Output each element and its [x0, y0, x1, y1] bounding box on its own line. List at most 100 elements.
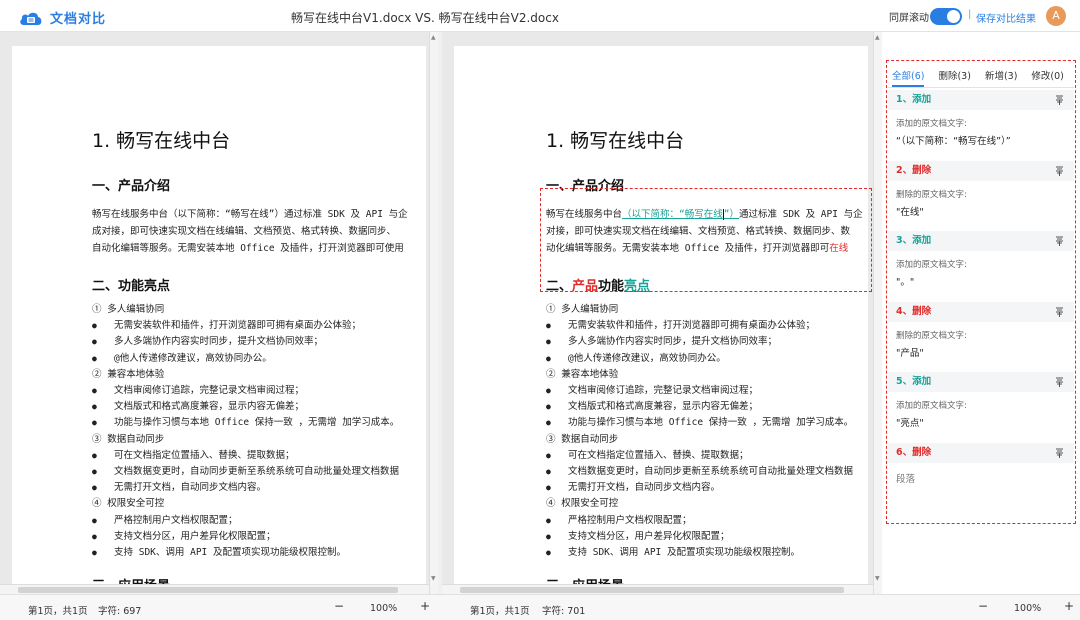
change-label: 删除的原文档文字: — [896, 330, 967, 341]
diff-highlight-box — [540, 188, 872, 292]
locate-icon[interactable] — [1055, 307, 1064, 317]
horizontal-scroll-thumb[interactable] — [18, 587, 398, 593]
feature-section: ① 多人编辑协同 — [92, 304, 165, 315]
left-page-indicator: 第1页，共1页 — [28, 606, 88, 617]
toggle-knob — [947, 10, 960, 23]
feature-bullet: @他人传递修改建议，高效协同办公。 — [546, 351, 882, 367]
feature-list: ① 多人编辑协同无需安装软件和插件，打开浏览器即可拥有桌面办公体验；多人多端协作… — [92, 302, 432, 561]
feature-section: ④ 权限安全可控 — [92, 498, 165, 510]
horizontal-scrollbar[interactable] — [442, 584, 873, 594]
vertical-scrollbar[interactable]: ▲ ▼ — [873, 32, 882, 594]
scroll-down-icon[interactable]: ▼ — [875, 575, 880, 582]
change-item[interactable]: 1、添加添加的原文档文字: “（以下简称：“畅写在线”）” — [888, 90, 1074, 160]
user-avatar[interactable]: A — [1046, 6, 1066, 26]
feature-bullet: 多人多端协作内容实时同步，提升文档协同效率； — [92, 334, 432, 350]
feature-bullet: @他人传递修改建议，高效协同办公。 — [92, 351, 432, 367]
change-title: 5、添加 — [888, 372, 1074, 392]
sync-scroll-toggle[interactable] — [930, 8, 962, 25]
change-text: 段落 — [896, 473, 916, 485]
feature-bullet: 无需打开文档，自动同步文档内容。 — [546, 480, 882, 496]
feature-bullet: 可在文档指定位置插入、替换、提取数据； — [546, 448, 882, 464]
left-document: 1. 畅写在线中台 一、产品介绍 畅写在线服务中台（以下简称：“畅写在线”）通过… — [92, 126, 432, 594]
change-title: 3、添加 — [888, 231, 1074, 251]
intro-heading: 一、产品介绍 — [92, 179, 171, 194]
vertical-scrollbar[interactable]: ▲ ▼ — [429, 32, 438, 594]
change-text: "在线" — [896, 206, 924, 218]
change-title-text: 5、添加 — [896, 376, 932, 387]
change-text: “（以下简称：“畅写在线”）” — [896, 136, 1011, 147]
change-title: 4、删除 — [888, 301, 1074, 322]
feature-section: ③ 数据自动同步 — [546, 433, 619, 445]
locate-icon[interactable] — [1055, 95, 1064, 105]
diff-tabs: 全部(6) 删除(3) 新增(3) 修改(0) — [892, 68, 1078, 87]
feature-bullet: 严格控制用户文档权限配置； — [92, 513, 432, 529]
feature-section: ③ 数据自动同步 — [92, 433, 165, 445]
change-label: 添加的原文档文字: — [896, 119, 967, 129]
locate-icon[interactable] — [1055, 166, 1064, 176]
tab-all[interactable]: 全部(6) — [892, 68, 925, 87]
right-page-indicator: 第1页，共1页 — [470, 606, 530, 617]
change-item[interactable]: 4、删除删除的原文档文字: "产品" — [888, 301, 1074, 372]
change-title-text: 2、删除 — [896, 164, 932, 176]
left-char-count: 字符: 697 — [98, 606, 142, 617]
status-bar: 第1页，共1页 字符: 697 − 100% + 第1页，共1页 字符: 701… — [0, 594, 1080, 620]
change-item[interactable]: 5、添加添加的原文档文字: "亮点" — [888, 372, 1074, 442]
header-separator: | — [968, 9, 972, 20]
change-title-text: 1、添加 — [896, 94, 932, 105]
feature-bullet: 文档数据变更时，自动同步更新至系统系统可自动批量处理文档数据 — [92, 464, 432, 480]
locate-icon[interactable] — [1055, 377, 1064, 387]
intro-paragraph: 畅写在线服务中台（以下简称：“畅写在线”）通过标准 SDK 及 API 与企 成… — [92, 206, 432, 257]
feature-section: ④ 权限安全可控 — [546, 498, 619, 510]
feature-bullet: 支持 SDK、调用 API 及配置项实现功能级权限控制。 — [546, 545, 882, 561]
doc-title-heading: 1. 畅写在线中台 — [92, 130, 231, 152]
left-zoom-in-icon[interactable]: + — [420, 599, 430, 613]
tab-modified[interactable]: 修改(0) — [1031, 68, 1063, 87]
locate-icon[interactable] — [1055, 236, 1064, 246]
feature-bullet: 文档版式和格式高度兼容，显示内容无偏差； — [546, 399, 882, 415]
tab-deleted[interactable]: 删除(3) — [938, 68, 970, 87]
save-result-link[interactable]: 保存对比结果 — [976, 10, 1036, 25]
tab-added[interactable]: 新增(3) — [985, 68, 1017, 87]
feature-bullet: 可在文档指定位置插入、替换、提取数据； — [92, 448, 432, 464]
horizontal-scrollbar[interactable] — [0, 584, 429, 594]
scroll-up-icon[interactable]: ▲ — [431, 34, 436, 41]
change-text: "亮点" — [896, 418, 924, 429]
horizontal-scroll-thumb[interactable] — [460, 587, 844, 593]
feature-bullet: 功能与操作习惯与本地 Office 保持一致 ，无需增 加学习成本。 — [92, 415, 432, 431]
feature-bullet: 文档审阅修订追踪，完整记录文档审阅过程； — [546, 383, 882, 399]
change-item[interactable]: 6、删除段落 — [888, 442, 1074, 513]
left-zoom-out-icon[interactable]: − — [334, 599, 344, 613]
change-title-text: 3、添加 — [896, 235, 932, 246]
doc-title-heading: 1. 畅写在线中台 — [546, 130, 685, 152]
change-item[interactable]: 3、添加 添加的原文档文字: "。" — [888, 231, 1074, 301]
scroll-up-icon[interactable]: ▲ — [875, 34, 880, 41]
right-zoom-level: 100% — [1014, 603, 1042, 614]
compare-title: 畅写在线中台V1.docx VS. 畅写在线中台V2.docx — [291, 11, 559, 25]
change-text: "产品" — [896, 347, 924, 359]
change-label: 添加的原文档文字: — [896, 401, 967, 411]
change-title: 2、删除 — [888, 160, 1074, 181]
feature-bullet: 文档审阅修订追踪，完整记录文档审阅过程； — [92, 383, 432, 399]
locate-icon[interactable] — [1055, 448, 1064, 458]
change-label: 删除的原文档文字: — [896, 189, 967, 200]
change-item[interactable]: 2、删除删除的原文档文字: "在线" — [888, 160, 1074, 231]
feature-section: ① 多人编辑协同 — [546, 304, 619, 315]
change-title-text: 6、删除 — [896, 446, 932, 458]
change-title: 6、删除 — [888, 442, 1074, 463]
change-title: 1、添加 — [888, 90, 1074, 110]
change-label: 添加的原文档文字: — [896, 260, 967, 270]
diff-sidebar: 全部(6) 删除(3) 新增(3) 修改(0) 1、添加添加的原文档文字: “（以… — [882, 32, 1080, 620]
tabs-divider — [888, 87, 1074, 88]
feature-list: ① 多人编辑协同无需安装软件和插件，打开浏览器即可拥有桌面办公体验；多人多端协作… — [546, 302, 882, 561]
intro-line: 自动化编辑等服务。无需安装本地 Office 及插件，打开浏览器即可使用 — [92, 243, 404, 254]
feature-bullet: 无需安装软件和插件，打开浏览器即可拥有桌面办公体验； — [92, 318, 432, 334]
left-document-pane: 1. 畅写在线中台 一、产品介绍 畅写在线服务中台（以下简称：“畅写在线”）通过… — [0, 32, 438, 594]
right-zoom-in-icon[interactable]: + — [1064, 599, 1074, 613]
feature-bullet: 无需安装软件和插件，打开浏览器即可拥有桌面办公体验； — [546, 318, 882, 334]
feature-bullet: 文档版式和格式高度兼容，显示内容无偏差； — [92, 399, 432, 415]
feature-section: ② 兼容本地体验 — [92, 368, 165, 380]
scroll-down-icon[interactable]: ▼ — [431, 575, 436, 582]
right-zoom-out-icon[interactable]: − — [978, 599, 988, 613]
right-char-count: 字符: 701 — [542, 606, 586, 617]
change-title-text: 4、删除 — [896, 305, 932, 317]
